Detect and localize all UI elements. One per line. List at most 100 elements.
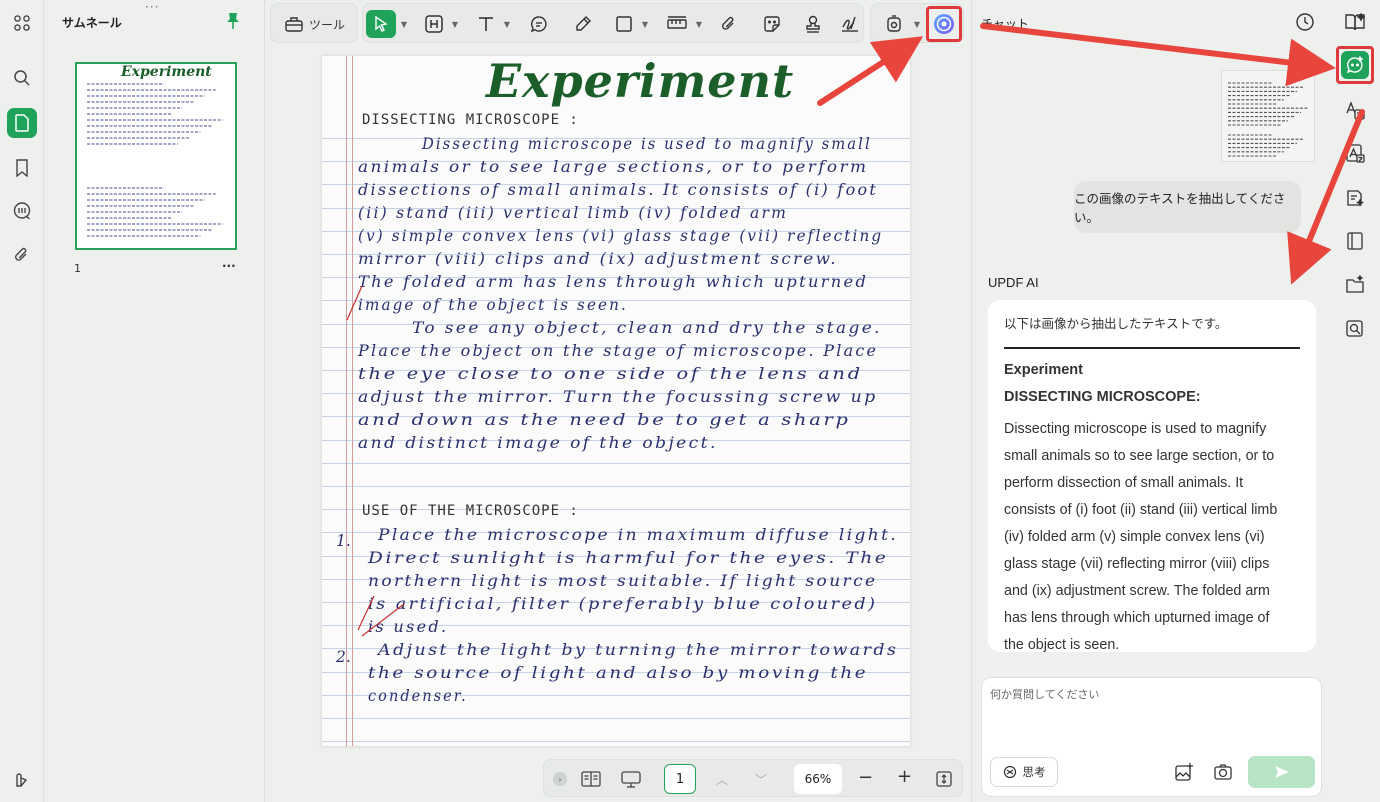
thumbnail-panel-title: サムネール	[62, 16, 122, 30]
think-button[interactable]: 思考	[990, 757, 1058, 787]
chat-history-icon[interactable]	[1295, 12, 1315, 36]
red-tick-mark	[346, 285, 363, 321]
translate-icon[interactable]	[1339, 94, 1371, 126]
text-caret-icon[interactable]: ▼	[503, 10, 511, 38]
ocr-icon[interactable]	[1339, 137, 1371, 169]
zoom-in-icon[interactable]: +	[897, 766, 912, 787]
handwritten-line: DISSECTING MICROSCOPE :	[362, 112, 579, 128]
tool-button-label: ツール	[308, 17, 345, 32]
attach-tool-icon[interactable]	[716, 10, 742, 38]
attachment-icon[interactable]	[7, 240, 37, 270]
ruled-line	[322, 741, 910, 743]
book-icon[interactable]	[1339, 225, 1371, 257]
toolbar: ツール ▼ ▼ ▼ ▼ ▼ ▼	[270, 3, 966, 43]
page-layout-icon[interactable]	[581, 770, 601, 792]
stamp-tool-icon[interactable]	[800, 10, 826, 38]
theme-icon[interactable]	[7, 765, 37, 795]
handwritten-line: is artificial, filter (preferably blue c…	[368, 595, 878, 613]
ai-response-line: perform dissection of small animals. It	[1004, 475, 1244, 491]
summarize-icon[interactable]	[1339, 182, 1371, 214]
comment-icon[interactable]	[7, 196, 37, 226]
handwritten-line: the eye close to one side of the lens an…	[358, 365, 863, 383]
ruled-line	[322, 718, 910, 719]
handwritten-line: mirror (viii) clips and (ix) adjustment …	[358, 250, 838, 268]
page-icon[interactable]	[7, 108, 37, 138]
attached-image-preview[interactable]	[1221, 70, 1315, 162]
search-icon[interactable]	[7, 63, 37, 93]
previous-page-icon[interactable]: ︿	[716, 771, 728, 788]
handwritten-line: condenser.	[368, 687, 468, 705]
ai-response-line: Dissecting microscope is used to magnify	[1004, 421, 1267, 437]
highlight-tool-icon[interactable]	[421, 10, 447, 38]
zoom-out-icon[interactable]: −	[858, 767, 873, 788]
ai-response-line: the object is seen.	[1004, 637, 1120, 652]
think-label: 思考	[1022, 765, 1046, 779]
screenshot-caret-icon[interactable]: ▼	[913, 10, 921, 38]
zoom-level[interactable]: 66%	[794, 764, 842, 794]
ruled-line	[322, 486, 910, 487]
margin-number: 1.	[336, 532, 351, 550]
collapse-chevron-icon[interactable]: ›	[553, 772, 567, 786]
measure-tool-icon[interactable]	[664, 10, 690, 38]
ai-response-line: (iv) folded arm (v) simple convex lens (…	[1004, 529, 1265, 545]
tool-button[interactable]: ツール	[281, 10, 349, 38]
read-mode-icon[interactable]	[1339, 6, 1371, 38]
right-tool-rail	[1330, 0, 1380, 802]
image-add-icon[interactable]	[1174, 762, 1194, 786]
handwritten-line: Direct sunlight is harmful for the eyes.…	[368, 549, 889, 567]
pin-icon[interactable]	[226, 12, 240, 34]
presentation-icon[interactable]	[621, 770, 641, 792]
chat-input-box[interactable]: 何か質問してください 思考	[981, 677, 1322, 797]
search-ai-icon[interactable]	[1339, 313, 1371, 345]
ai-name: UPDF AI	[988, 275, 1039, 290]
handwritten-line: Adjust the light by turning the mirror t…	[378, 641, 899, 659]
chat-input-placeholder[interactable]: 何か質問してください	[990, 686, 1099, 702]
select-caret-icon[interactable]: ▼	[400, 10, 408, 38]
select-tool-icon[interactable]	[366, 10, 396, 38]
thumbnail-more-button[interactable]: ···	[222, 259, 236, 273]
handwritten-line: Place the object on the stage of microsc…	[358, 342, 879, 360]
screenshot-tool-icon[interactable]	[881, 10, 907, 38]
handwritten-line: adjust the mirror. Turn the focussing sc…	[358, 388, 878, 406]
folder-ai-icon[interactable]	[1339, 269, 1371, 301]
shape-tool-icon[interactable]	[611, 10, 637, 38]
pencil-tool-icon[interactable]	[570, 10, 596, 38]
sticker-tool-icon[interactable]	[759, 10, 785, 38]
left-rail	[0, 0, 44, 802]
handwritten-line: the source of light and also by moving t…	[368, 664, 869, 682]
measure-caret-icon[interactable]: ▼	[695, 10, 703, 38]
drag-handle[interactable]: ···	[145, 0, 159, 14]
camera-icon[interactable]	[1213, 762, 1233, 786]
send-button[interactable]	[1248, 756, 1315, 788]
chat-header-title: チャット	[981, 17, 1029, 31]
handwritten-line: and down as the need be to get a sharp	[358, 411, 851, 429]
highlight-caret-icon[interactable]: ▼	[451, 10, 459, 38]
document-page[interactable]: Experiment DISSECTING MICROSCOPE : Dissec…	[322, 56, 910, 746]
ai-chat-icon[interactable]	[1336, 46, 1374, 84]
ai-response-text: Dissecting microscope is used to magnify…	[1004, 416, 1314, 652]
comment-tool-icon[interactable]	[526, 10, 552, 38]
send-icon	[1274, 766, 1289, 778]
bookmark-icon[interactable]	[7, 153, 37, 183]
next-page-icon[interactable]: ﹀	[755, 771, 767, 788]
page-navigation-bar: › 1 ︿ ﹀ 66% − +	[543, 759, 963, 797]
ai-divider	[1004, 347, 1300, 349]
shape-caret-icon[interactable]: ▼	[641, 10, 649, 38]
fit-page-icon[interactable]	[936, 771, 952, 791]
ai-chat-panel: チャット この画像のテキストを抽出してください。 UPDF AI 以下は画像から…	[971, 0, 1329, 802]
handwritten-line: USE OF THE MICROSCOPE :	[362, 503, 579, 519]
thumbnail-page-number: 1	[74, 262, 81, 275]
page-number-input[interactable]: 1	[664, 764, 696, 794]
ai-heading-experiment: Experiment	[1004, 362, 1083, 378]
ai-response-card: 以下は画像から抽出したテキストです。 Experiment DISSECTING…	[988, 300, 1316, 652]
ai-assistant-icon[interactable]	[926, 6, 962, 42]
ai-intro: 以下は画像から抽出したテキストです。	[1004, 316, 1228, 331]
apps-icon[interactable]	[7, 8, 37, 38]
handwritten-line: Dissecting microscope is used to magnify…	[422, 135, 872, 153]
thumbnail-page-content	[87, 83, 223, 237]
text-tool-icon[interactable]	[473, 10, 499, 38]
ruled-line	[322, 462, 910, 464]
page-thumbnail[interactable]: Experiment	[75, 62, 237, 250]
signature-tool-icon[interactable]	[837, 10, 863, 38]
handwritten-line: and distinct image of the object.	[358, 434, 718, 452]
